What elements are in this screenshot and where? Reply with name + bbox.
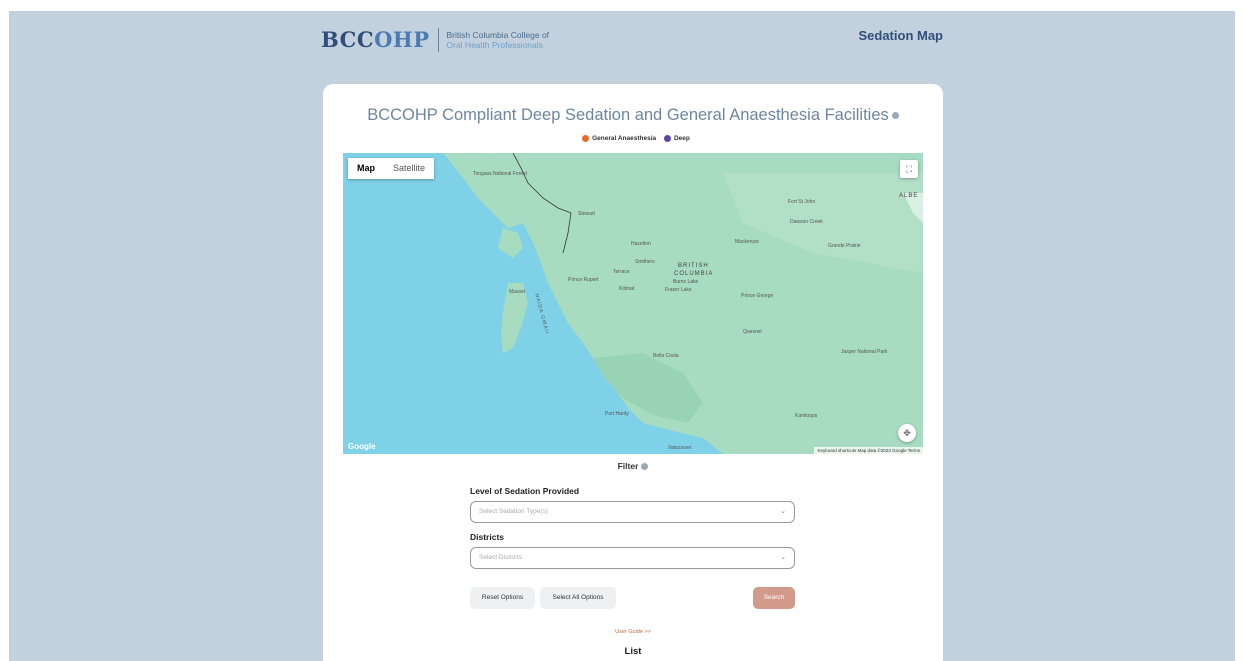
logo-subtitle-line-1: British Columbia College of xyxy=(446,29,550,40)
page-title: BCCOHP Compliant Deep Sedation and Gener… xyxy=(323,106,943,125)
sedation-type-placeholder: Select Sedation Type(s) xyxy=(479,508,548,515)
map-type-satellite-button[interactable]: Satellite xyxy=(384,158,434,179)
map-label-fort-st-john: Fort St John xyxy=(788,199,816,205)
map-label-bc: BRITISH xyxy=(678,263,709,269)
map-label-burns-lake: Burns Lake xyxy=(673,279,699,285)
districts-label: Districts xyxy=(470,532,505,542)
districts-placeholder: Select Districts xyxy=(479,554,522,561)
legend-label-deep: Deep xyxy=(673,135,690,143)
logo-text-a: BCC xyxy=(321,27,375,52)
map-type-control: Map Satellite xyxy=(348,158,435,179)
map-label-terrace: Terrace xyxy=(613,269,630,275)
search-button[interactable]: Search xyxy=(753,587,795,609)
map-label-dawson-creek: Dawson Creek xyxy=(790,219,823,225)
map-legend: General Anaesthesia Deep xyxy=(323,135,943,142)
map-label-prince-rupert: Prince Rupert xyxy=(568,277,599,283)
logo-subtitle: British Columbia College of Oral Health … xyxy=(447,30,550,50)
districts-select[interactable]: Select Districts ⌄ xyxy=(470,547,795,569)
map-label-stewart: Stewart xyxy=(578,211,595,217)
map-type-map-button[interactable]: Map xyxy=(348,158,384,179)
page-title-text: BCCOHP Compliant Deep Sedation and Gener… xyxy=(367,106,889,124)
map-label-jasper: Jasper National Park xyxy=(841,349,888,355)
legend-dot-general-anaesthesia xyxy=(582,135,590,142)
reset-options-button[interactable]: Reset Options xyxy=(470,587,535,609)
map-label-mackenzie: Mackenzie xyxy=(735,239,759,245)
map-label-prince-george: Prince George xyxy=(741,293,774,299)
college-logo[interactable]: BCCOHP British Columbia College of Oral … xyxy=(321,27,549,52)
filter-title-text: Filter xyxy=(617,461,639,471)
filter-title: Filter xyxy=(323,461,943,471)
map-terrain xyxy=(443,153,923,454)
legend-label-general-anaesthesia: General Anaesthesia xyxy=(592,135,657,143)
logo-subtitle-line-2: Oral Health Professionals xyxy=(446,39,543,50)
map-label-kitimat: Kitimat xyxy=(619,286,635,292)
fullscreen-icon[interactable]: ⛶ xyxy=(900,160,918,178)
sedation-type-select[interactable]: Select Sedation Type(s) ⌄ xyxy=(470,501,795,523)
sedation-map[interactable]: BRITISH COLUMBIA HAIDA GWAII Prince Rupe… xyxy=(343,153,923,454)
map-label-masset: Masset xyxy=(509,289,526,295)
logo-mark: BCCOHP xyxy=(321,27,430,52)
map-label-port-hardy: Port Hardy xyxy=(605,411,629,417)
sedation-level-label: Level of Sedation Provided xyxy=(470,486,580,496)
map-label-fraser-lake: Fraser Lake xyxy=(665,287,692,293)
chevron-down-icon: ⌄ xyxy=(780,554,786,561)
map-label-quesnel: Quesnel xyxy=(743,329,762,335)
chevron-down-icon: ⌄ xyxy=(780,508,786,515)
logo-text-b: OHP xyxy=(374,27,430,52)
map-label-bc2: COLUMBIA xyxy=(674,271,714,277)
logo-divider xyxy=(437,27,439,52)
legend-dot-deep xyxy=(663,135,671,142)
select-all-options-button[interactable]: Select All Options xyxy=(540,587,616,609)
map-label-vancouver: Vancouver xyxy=(668,445,692,451)
map-label-tongass: Tongass National Forest xyxy=(473,171,527,177)
map-label-bella-coola: Bella Coola xyxy=(653,353,679,359)
map-label-kamloops: Kamloops xyxy=(795,413,818,419)
map-label-alberta: ALBE xyxy=(899,193,919,199)
map-label-hazelton: Hazelton xyxy=(631,241,651,247)
nav-sedation-map[interactable]: Sedation Map xyxy=(858,28,943,43)
map-label-smithers: Smithers xyxy=(635,259,655,265)
main-card: BCCOHP Compliant Deep Sedation and Gener… xyxy=(323,84,943,661)
camera-control-icon[interactable]: ✥ xyxy=(898,424,916,442)
filter-info-icon[interactable] xyxy=(641,463,649,471)
info-icon[interactable] xyxy=(891,112,899,120)
google-logo: Google xyxy=(348,442,376,451)
user-guide-link[interactable]: User Guide >> xyxy=(323,629,943,635)
map-label-grande-prairie: Grande Prairie xyxy=(828,243,861,249)
map-attribution[interactable]: Keyboard shortcuts Map data ©2023 Google… xyxy=(814,447,923,454)
list-title: List xyxy=(624,646,642,657)
